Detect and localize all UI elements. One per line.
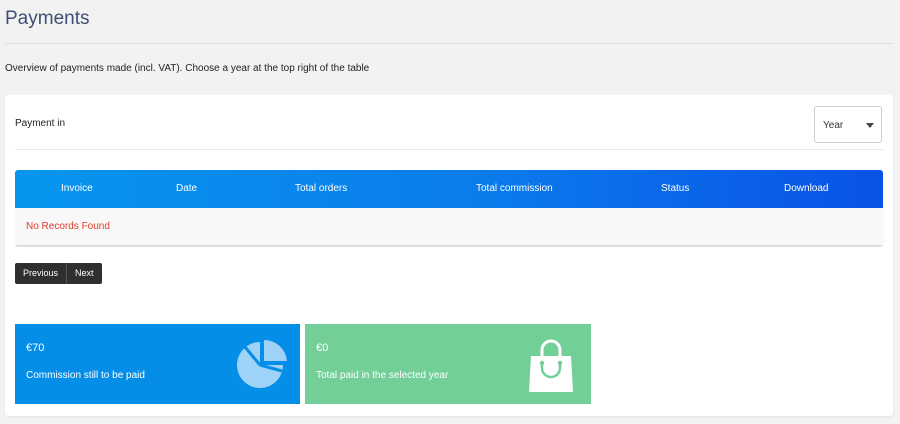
total-paid-label: Total paid in the selected year bbox=[316, 370, 449, 381]
total-paid-amount: €0 bbox=[316, 342, 329, 354]
card-divider bbox=[15, 149, 883, 150]
commission-due-tile: €70 Commission still to be paid bbox=[15, 324, 300, 404]
page-intro: Overview of payments made (incl. VAT). C… bbox=[5, 63, 370, 74]
column-header-total-commission: Total commission bbox=[476, 183, 553, 194]
page-title: Payments bbox=[5, 8, 90, 29]
column-header-date: Date bbox=[176, 183, 198, 194]
payments-table: Invoice Date Total orders Total commissi… bbox=[15, 170, 883, 246]
commission-due-label: Commission still to be paid bbox=[26, 370, 145, 381]
pie-chart-icon bbox=[237, 339, 287, 388]
no-records-message: No Records Found bbox=[26, 221, 110, 232]
commission-due-amount: €70 bbox=[26, 342, 45, 354]
year-select[interactable]: Year bbox=[814, 106, 882, 143]
table-row: No Records Found bbox=[15, 208, 883, 246]
payments-card: Payment in Year Invoice Date Total order… bbox=[5, 95, 893, 416]
table-header: Invoice Date Total orders Total commissi… bbox=[15, 170, 883, 208]
year-select-value: Year bbox=[823, 120, 844, 131]
next-page-button[interactable]: Next bbox=[67, 263, 102, 284]
title-divider bbox=[5, 43, 892, 44]
shopping-bag-icon bbox=[529, 339, 573, 392]
column-header-total-orders: Total orders bbox=[295, 183, 348, 194]
column-header-invoice: Invoice bbox=[61, 183, 93, 194]
pagination: Previous Next bbox=[15, 263, 102, 284]
column-header-status: Status bbox=[661, 183, 690, 194]
column-header-download: Download bbox=[784, 183, 829, 194]
total-paid-tile: €0 Total paid in the selected year bbox=[305, 324, 591, 404]
payment-in-label: Payment in bbox=[15, 118, 66, 129]
chevron-down-icon bbox=[866, 123, 874, 128]
previous-page-button[interactable]: Previous bbox=[15, 263, 68, 284]
